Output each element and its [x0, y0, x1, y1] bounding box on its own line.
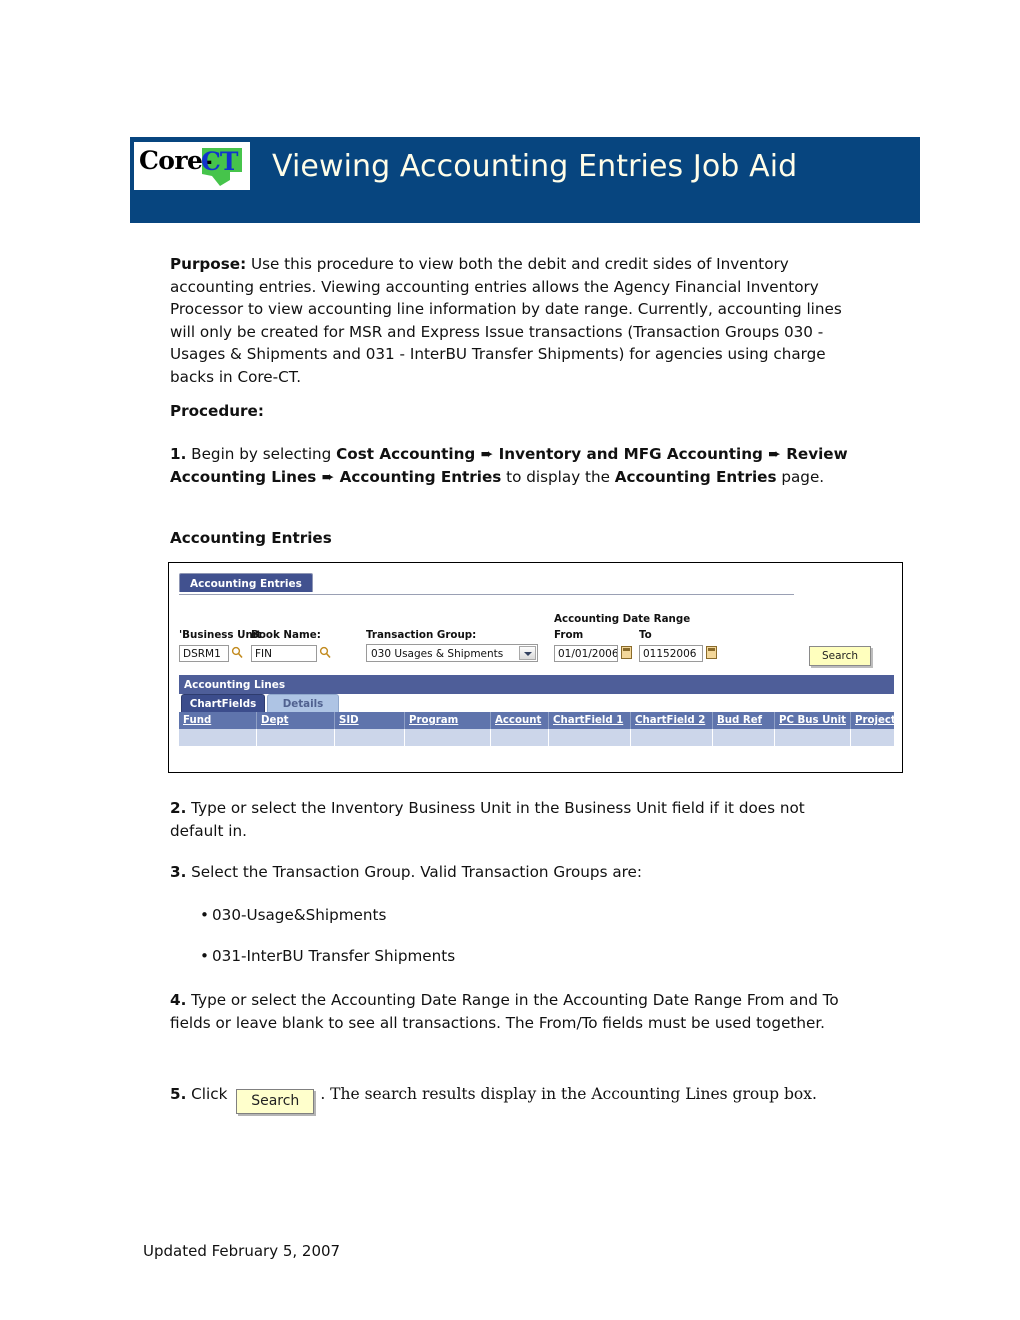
step-1-mid: to display the: [501, 467, 615, 486]
transaction-group-selected-value: 030 Usages & Shipments: [371, 648, 504, 660]
cell-bud-ref: [713, 729, 775, 746]
menu-arrow-icon-2: ➨: [762, 445, 787, 463]
page-name-accounting-entries: Accounting Entries: [614, 467, 777, 486]
step-4-paragraph: 4. Type or select the Accounting Date Ra…: [170, 989, 860, 1034]
tab-accounting-entries[interactable]: Accounting Entries: [179, 573, 313, 592]
footer-updated-date: Updated February 5, 2007: [143, 1242, 341, 1260]
column-header-program[interactable]: Program: [405, 712, 491, 729]
business-unit-lookup-icon[interactable]: [231, 646, 243, 659]
accounting-date-range-label: Accounting Date Range: [554, 613, 691, 625]
bullet-marker-icon: •: [200, 947, 209, 965]
menu-arrow-icon-3: ➨: [316, 467, 340, 486]
step-5-number: 5.: [170, 1085, 187, 1103]
business-unit-input[interactable]: DSRM1: [179, 645, 229, 662]
list-item: • 030-Usage&Shipments: [200, 904, 800, 927]
bullet-marker-icon: •: [200, 906, 209, 924]
procedure-heading: Procedure:: [170, 402, 264, 420]
step-4-number: 4.: [170, 991, 187, 1009]
cell-chartfield-1: [549, 729, 631, 746]
to-date-input[interactable]: 01152006: [639, 645, 703, 662]
inline-search-button-figure: Search: [236, 1089, 315, 1114]
page-tabstrip: Accounting Entries: [179, 573, 894, 595]
step-2-text: Type or select the Inventory Business Un…: [170, 799, 805, 840]
accounting-lines-grid-header: Fund Dept SID Program Account ChartField…: [179, 712, 896, 729]
page-header-banner: Core- CT Viewing Accounting Entries Job …: [130, 137, 920, 223]
from-date-label: From: [554, 629, 584, 641]
purpose-label: Purpose:: [170, 255, 247, 273]
cell-program: [405, 729, 491, 746]
purpose-body: Use this procedure to view both the debi…: [170, 255, 842, 386]
bullet-2-text: 031-InterBU Transfer Shipments: [212, 947, 456, 965]
accounting-entries-heading: Accounting Entries: [170, 529, 332, 547]
list-item: • 031-InterBU Transfer Shipments: [200, 945, 800, 968]
business-unit-field-group: 'Business Unit DSRM1: [179, 629, 261, 662]
accounting-lines-group-title: Accounting Lines: [179, 675, 894, 694]
search-button-label[interactable]: Search: [236, 1089, 315, 1114]
cell-chartfield-2: [631, 729, 713, 746]
table-row[interactable]: [179, 729, 894, 746]
column-header-chartfield-1[interactable]: ChartField 1: [549, 712, 631, 729]
bullet-1-text: 030-Usage&Shipments: [212, 906, 387, 924]
menu-path-accounting-entries: Accounting Entries: [339, 467, 502, 486]
column-header-project[interactable]: Project: [851, 712, 896, 729]
transaction-group-select[interactable]: 030 Usages & Shipments: [366, 644, 538, 662]
step-1-lead: Begin by selecting: [186, 445, 337, 463]
step-1-paragraph: 1. Begin by selecting Cost Accounting ➨ …: [170, 443, 860, 488]
step-1-number: 1.: [170, 445, 187, 463]
accounting-entries-screenshot: Accounting Entries 'Business Unit DSRM1 …: [168, 562, 903, 773]
transaction-group-field-group: Transaction Group: 030 Usages & Shipment…: [366, 629, 538, 662]
column-header-sid[interactable]: SID: [335, 712, 405, 729]
core-ct-logo: Core- CT: [134, 142, 250, 190]
search-criteria-form: 'Business Unit DSRM1 Book Name: FIN Tran…: [179, 613, 894, 666]
accounting-lines-tabstrip: ChartFields Details: [179, 694, 894, 712]
column-header-fund[interactable]: Fund: [179, 712, 257, 729]
transaction-group-label: Transaction Group:: [366, 629, 477, 641]
step-2-number: 2.: [170, 799, 187, 817]
column-header-pc-bus-unit[interactable]: PC Bus Unit: [775, 712, 851, 729]
book-name-field-group: Book Name: FIN: [251, 629, 331, 662]
cell-account: [491, 729, 549, 746]
page-title: Viewing Accounting Entries Job Aid: [272, 149, 798, 184]
column-header-chartfield-2[interactable]: ChartField 2: [631, 712, 713, 729]
step-5-paragraph: 5. Click Search . The search results disp…: [170, 1083, 890, 1114]
to-date-field-group: To 01152006: [639, 629, 717, 662]
step-3-number: 3.: [170, 863, 187, 881]
menu-path-inventory-mfg-accounting: Inventory and MFG Accounting: [498, 445, 763, 463]
cell-fund: [179, 729, 257, 746]
step-4-text: Type or select the Accounting Date Range…: [170, 991, 839, 1032]
from-date-calendar-icon[interactable]: [621, 646, 632, 659]
cell-pc-bus-unit: [775, 729, 851, 746]
step-3-paragraph: 3. Select the Transaction Group. Valid T…: [170, 861, 860, 884]
book-name-label: Book Name:: [251, 629, 321, 641]
menu-path-cost-accounting: Cost Accounting: [336, 445, 476, 463]
tab-chartfields[interactable]: ChartFields: [181, 694, 265, 712]
column-header-account[interactable]: Account: [491, 712, 549, 729]
to-date-label: To: [639, 629, 652, 641]
cell-sid: [335, 729, 405, 746]
column-header-dept[interactable]: Dept: [257, 712, 335, 729]
search-button[interactable]: Search: [809, 646, 871, 666]
from-date-field-group: From 01/01/2006: [554, 629, 632, 662]
step-3-text: Select the Transaction Group. Valid Tran…: [186, 863, 642, 881]
chevron-down-icon[interactable]: [519, 646, 536, 660]
column-header-bud-ref[interactable]: Bud Ref: [713, 712, 775, 729]
cell-dept: [257, 729, 335, 746]
from-date-input[interactable]: 01/01/2006: [554, 645, 618, 662]
to-date-calendar-icon[interactable]: [706, 646, 717, 659]
step-5-lead: Click: [186, 1085, 233, 1103]
menu-arrow-icon-1: ➨: [475, 445, 499, 463]
step-2-paragraph: 2. Type or select the Inventory Business…: [170, 797, 860, 842]
logo-ct-text: CT: [201, 147, 239, 176]
tabstrip-divider: [179, 594, 794, 595]
step-5-tail: . The search results display in the Acco…: [320, 1085, 817, 1103]
tab-details[interactable]: Details: [267, 694, 339, 712]
book-name-input[interactable]: FIN: [251, 645, 317, 662]
book-name-lookup-icon[interactable]: [319, 646, 331, 659]
purpose-paragraph: Purpose: Use this procedure to view both…: [170, 253, 865, 389]
business-unit-label: 'Business Unit: [179, 629, 262, 641]
cell-project: [851, 729, 894, 746]
step-1-tail: page.: [776, 467, 825, 486]
